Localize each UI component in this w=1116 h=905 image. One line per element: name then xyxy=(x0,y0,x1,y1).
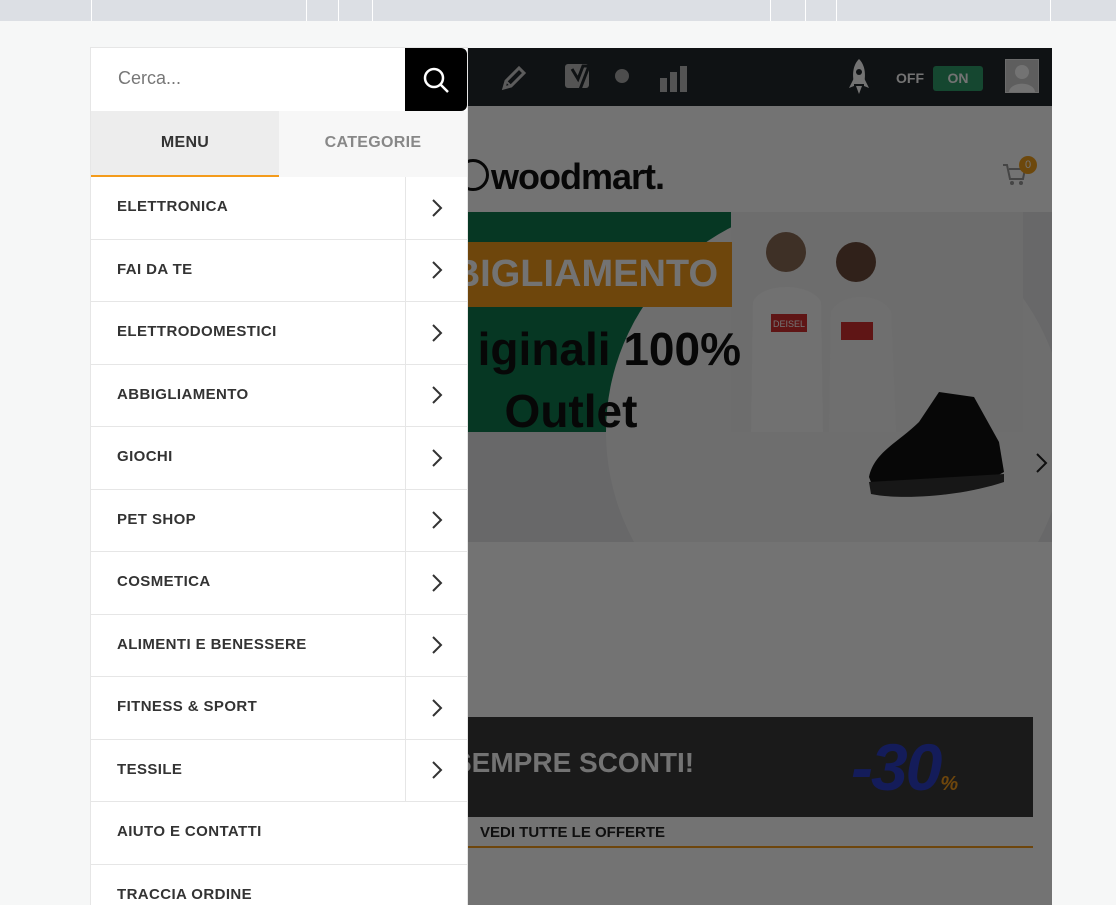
menu-item-label: TRACCIA ORDINE xyxy=(117,885,253,903)
chevron-right-icon[interactable] xyxy=(405,364,467,426)
tab-separator xyxy=(836,0,837,21)
menu-item-label: AIUTO E CONTATTI xyxy=(117,823,262,840)
chevron-right-icon[interactable] xyxy=(405,302,467,364)
chevron-right-icon[interactable] xyxy=(405,427,467,489)
rocket-icon[interactable] xyxy=(848,58,870,101)
menu-item[interactable]: TRACCIA ORDINE xyxy=(91,865,467,905)
menu-item[interactable]: GIOCHI xyxy=(91,427,467,490)
menu-item[interactable]: PET SHOP xyxy=(91,489,467,552)
view-all-offers-link[interactable]: VEDI TUTTE LE OFFERTE xyxy=(480,824,665,841)
browser-tab-strip xyxy=(0,0,1116,21)
promo-text: SEMPRE SCONTI! xyxy=(453,747,695,778)
toggle-on-button[interactable]: ON xyxy=(933,66,983,91)
menu-item[interactable]: COSMETICA xyxy=(91,552,467,615)
chevron-right-icon[interactable] xyxy=(405,677,467,739)
chevron-right-icon[interactable] xyxy=(405,739,467,801)
edit-icon[interactable] xyxy=(500,64,528,97)
tab-separator xyxy=(306,0,307,21)
menu-item-label: ABBIGLIAMENTO xyxy=(117,385,249,403)
search-input[interactable] xyxy=(118,68,378,89)
shoe-image xyxy=(869,392,1004,497)
tab-separator xyxy=(1050,0,1051,21)
chevron-right-icon[interactable] xyxy=(405,614,467,676)
slider-next-arrow-icon[interactable] xyxy=(1035,452,1049,479)
cart-count-badge: 0 xyxy=(1019,156,1037,174)
menu-tabs: MENU CATEGORIE xyxy=(91,111,467,177)
yoast-icon[interactable] xyxy=(563,60,597,99)
shirt-brand: DEISEL xyxy=(773,319,805,329)
menu-item-label: ELETTRODOMESTICI xyxy=(117,323,277,340)
menu-item[interactable]: AIUTO E CONTATTI xyxy=(91,802,467,865)
menu-item-label: ALIMENTI E BENESSERE xyxy=(117,635,307,653)
menu-item[interactable]: FAI DA TE xyxy=(91,239,467,302)
tab-menu[interactable]: MENU xyxy=(91,111,279,177)
menu-item-label: ELETTRONICA xyxy=(117,198,229,215)
search-field xyxy=(91,48,405,111)
tab-separator xyxy=(338,0,339,21)
status-dot-icon xyxy=(614,68,630,89)
menu-item-label: TESSILE xyxy=(117,760,183,778)
logo-text: woodmart. xyxy=(491,156,665,197)
chevron-right-icon[interactable] xyxy=(405,177,467,239)
chevron-right-icon[interactable] xyxy=(405,552,467,614)
tab-separator xyxy=(805,0,806,21)
search-button[interactable] xyxy=(405,48,467,111)
promo-percent: % xyxy=(940,773,958,795)
promo-discount-value: -30 xyxy=(851,730,942,804)
menu-item-label: FAI DA TE xyxy=(117,260,193,278)
menu-item-label: PET SHOP xyxy=(117,510,197,528)
toggle-off-label[interactable]: OFF xyxy=(896,70,924,86)
avatar[interactable] xyxy=(1005,59,1039,93)
menu-item[interactable]: TESSILE xyxy=(91,739,467,802)
menu-item-label: COSMETICA xyxy=(117,573,211,590)
mobile-menu-panel: MENU CATEGORIE ELETTRONICAFAI DA TEELETT… xyxy=(91,48,467,905)
slide-subheadline: Outlet xyxy=(504,385,638,437)
tab-categorie[interactable]: CATEGORIE xyxy=(279,111,467,177)
tab-separator xyxy=(372,0,373,21)
promo-banner[interactable]: SEMPRE SCONTI! -30% xyxy=(431,717,1033,817)
slide-badge: BIGLIAMENTO xyxy=(447,242,732,307)
stats-icon[interactable] xyxy=(659,64,691,99)
site-logo[interactable]: woodmart. xyxy=(457,156,665,198)
promo-discount: -30% xyxy=(851,729,958,805)
menu-item-label: FITNESS & SPORT xyxy=(117,698,258,715)
tab-separator xyxy=(770,0,771,21)
menu-list: ELETTRONICA FAI DA TE ELETTRODOMESTICI ABBI… xyxy=(91,177,467,905)
menu-item[interactable]: ELETTRODOMESTICI xyxy=(91,302,467,365)
menu-item[interactable]: FITNESS & SPORT xyxy=(91,677,467,740)
menu-item[interactable]: ELETTRONICA xyxy=(91,177,467,240)
offers-underline xyxy=(431,846,1033,848)
tab-separator xyxy=(91,0,92,21)
search-icon xyxy=(423,67,449,93)
chevron-right-icon[interactable] xyxy=(405,239,467,301)
chevron-right-icon[interactable] xyxy=(405,489,467,551)
menu-item[interactable]: ABBIGLIAMENTO xyxy=(91,364,467,427)
menu-item[interactable]: ALIMENTI E BENESSERE xyxy=(91,614,467,677)
menu-item-label: GIOCHI xyxy=(117,448,173,465)
